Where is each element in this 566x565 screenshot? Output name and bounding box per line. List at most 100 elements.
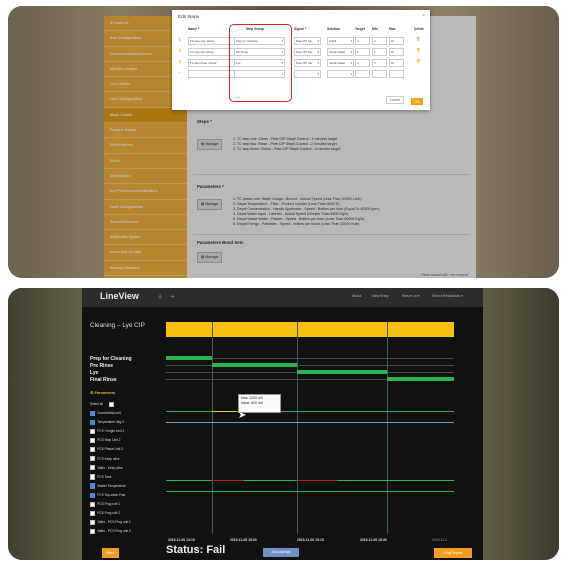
cancel-button[interactable]: Cancel bbox=[386, 96, 404, 104]
nav-new-entry[interactable]: New Entry bbox=[372, 294, 389, 298]
step-solution-field[interactable]: Sterile Water bbox=[327, 59, 354, 67]
parameter-row[interactable]: Valbo - Keep alive bbox=[90, 464, 131, 473]
nav-about[interactable]: About bbox=[352, 294, 361, 298]
parameter-checkbox[interactable] bbox=[90, 465, 96, 471]
delete-icon[interactable]: 🗑 bbox=[416, 48, 421, 52]
step-solution-field[interactable] bbox=[327, 70, 354, 78]
parameter-checkbox[interactable] bbox=[90, 474, 96, 480]
parameter-row[interactable]: Valbo - PCS Prog unit 2 bbox=[90, 527, 131, 536]
select-all-checkbox[interactable] bbox=[108, 401, 115, 407]
column-header: Delete bbox=[414, 27, 424, 31]
step-min-field[interactable]: 3 bbox=[372, 37, 387, 45]
parameter-checkbox[interactable] bbox=[90, 483, 96, 489]
parameter-row[interactable]: PCS Prog unit 2 bbox=[90, 509, 131, 518]
parameter-row[interactable]: PCS Prog unit 1 bbox=[90, 500, 131, 509]
step-name-field[interactable]: TC step one: Clean bbox=[188, 37, 235, 45]
process-bar bbox=[166, 322, 454, 337]
reorder-icon[interactable]: ⇅ bbox=[178, 37, 181, 42]
step-name-field[interactable]: TC step three: Check bbox=[188, 59, 235, 67]
parameter-row[interactable]: PCS / height Unit 2 bbox=[90, 427, 131, 436]
parameter-row[interactable]: Conductivity unit bbox=[90, 409, 131, 418]
segment-bar-pre-rinse[interactable] bbox=[212, 363, 297, 367]
step-signal-field[interactable]: Pete CIP Ste bbox=[294, 59, 321, 67]
mouse-cursor-icon: ➤ bbox=[238, 410, 247, 421]
time-divider bbox=[297, 322, 298, 534]
parameter-checkbox[interactable] bbox=[90, 510, 96, 516]
screenshot-lineview-report: LineView ♙ ⇥ About New Entry Return to ▾… bbox=[8, 288, 559, 560]
back-button[interactable]: Back bbox=[102, 548, 119, 558]
step-max-field[interactable]: 10 bbox=[389, 37, 404, 45]
parameter-checkbox[interactable] bbox=[90, 519, 96, 525]
parameter-label: PCS Prog unit 1 bbox=[97, 502, 121, 507]
select-all-label: Select all bbox=[90, 402, 103, 406]
step-target-field[interactable]: 4 bbox=[355, 59, 370, 67]
parameter-row[interactable]: PCS Phase Unit 2 bbox=[90, 445, 131, 454]
reorder-icon[interactable]: ⇅ bbox=[178, 48, 181, 53]
step-max-field[interactable]: 10 bbox=[389, 48, 404, 56]
parameter-checkbox[interactable] bbox=[90, 419, 96, 425]
select-all-row[interactable]: Select all bbox=[90, 400, 131, 409]
x-axis-label: 2019-11-0 bbox=[432, 538, 448, 542]
ok-button[interactable]: Ok bbox=[410, 98, 423, 105]
parameter-row[interactable]: PCS Keep alive bbox=[90, 455, 131, 464]
modal-title: Edit Steps bbox=[178, 14, 199, 19]
add-row-icon[interactable]: + bbox=[178, 70, 180, 75]
step-max-field[interactable]: 10 bbox=[389, 59, 404, 67]
parameter-row[interactable]: Master Temperature bbox=[90, 482, 131, 491]
step-signal-field[interactable]: Pete CIP Ste bbox=[294, 37, 321, 45]
step-signal-field[interactable] bbox=[294, 70, 321, 78]
segment-bar-final-rinse[interactable] bbox=[387, 377, 454, 381]
step-min-field[interactable]: 3 bbox=[372, 59, 387, 67]
parameter-label: PCS Tank bbox=[97, 474, 112, 479]
parameter-checkbox[interactable] bbox=[90, 456, 96, 462]
step-solution-field[interactable]: Sterile Water bbox=[327, 48, 354, 56]
step-group-highlight bbox=[229, 24, 292, 102]
segment-bar-lye[interactable] bbox=[297, 370, 387, 374]
parameter-row[interactable]: PCS Top-valve Fast bbox=[90, 491, 131, 500]
delete-icon[interactable]: 🗑 bbox=[416, 37, 421, 41]
acknowledge-button[interactable]: Acknowledge bbox=[263, 548, 299, 557]
step-name-field[interactable] bbox=[188, 70, 235, 78]
delete-icon[interactable]: 🗑 bbox=[416, 59, 421, 63]
parameter-checkbox[interactable] bbox=[90, 447, 96, 453]
nav-return-to[interactable]: Return to ▾ bbox=[402, 294, 420, 298]
column-header: Max bbox=[389, 27, 396, 31]
parameter-checkbox[interactable] bbox=[90, 437, 96, 444]
reorder-icon[interactable]: ⇅ bbox=[178, 59, 181, 64]
parameters-label: Parameters bbox=[94, 391, 116, 395]
parameter-checkbox[interactable] bbox=[90, 501, 96, 507]
segment-label-final-rinse: Final Rinse bbox=[90, 377, 117, 383]
parameter-checkbox[interactable] bbox=[90, 428, 96, 435]
step-min-field[interactable] bbox=[372, 70, 387, 78]
step-target-field[interactable] bbox=[355, 70, 370, 78]
trace-conductivity-highlight bbox=[212, 411, 236, 412]
nav-select-resolution[interactable]: Select Resolution ▾ bbox=[432, 294, 463, 298]
x-axis-label: 2019-11-06 15:15 bbox=[297, 538, 324, 542]
segment-bar-prep[interactable] bbox=[166, 356, 212, 360]
parameter-row[interactable]: Valbo - PCS Prog unit 1 bbox=[90, 518, 131, 527]
lineview-logo[interactable]: LineView bbox=[100, 291, 139, 301]
step-max-field[interactable] bbox=[389, 70, 404, 78]
close-icon[interactable]: × bbox=[422, 13, 425, 19]
step-min-field[interactable]: 1 bbox=[372, 48, 387, 56]
parameter-label: Master Temperature bbox=[97, 483, 126, 488]
column-header: Name * bbox=[188, 27, 200, 31]
user-icon[interactable]: ♙ bbox=[158, 294, 162, 300]
step-target-field[interactable]: 4 bbox=[355, 37, 370, 45]
parameter-checkbox[interactable] bbox=[90, 492, 96, 498]
step-solution-field[interactable]: Sol34 bbox=[327, 37, 354, 45]
parameter-row[interactable]: PCS Tank bbox=[90, 473, 131, 482]
step-name-field[interactable]: TC step two: Rinse bbox=[188, 48, 235, 56]
x-axis-label: 2019-11-06 15:00 bbox=[230, 538, 257, 542]
parameter-checkbox[interactable] bbox=[90, 528, 96, 535]
parameter-label: PCS Phase Unit 2 bbox=[97, 447, 123, 452]
parameter-row[interactable]: PCS Stop Unit 2 bbox=[90, 436, 131, 445]
step-target-field[interactable]: 2 bbox=[355, 48, 370, 56]
trace-master-temperature-alarm bbox=[297, 480, 337, 481]
parameter-checkbox[interactable] bbox=[90, 410, 96, 416]
step-signal-field[interactable]: Pete CIP Ste bbox=[294, 48, 321, 56]
flag-report-button[interactable]: Flag Report bbox=[434, 548, 472, 558]
parameter-row[interactable]: Temperature deg C bbox=[90, 418, 131, 427]
logout-icon[interactable]: ⇥ bbox=[170, 294, 174, 300]
parameter-label: Valbo - PCS Prog unit 1 bbox=[97, 520, 131, 525]
